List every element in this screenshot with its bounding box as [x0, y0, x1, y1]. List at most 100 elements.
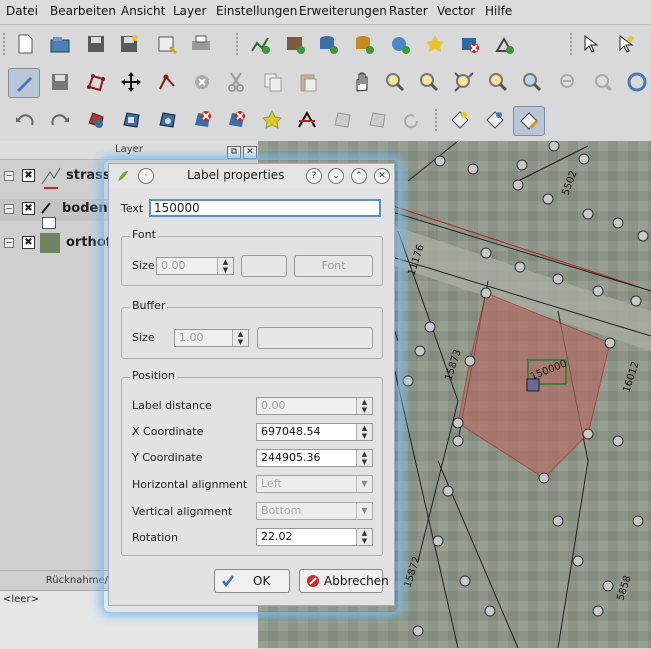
- zoom-in-icon[interactable]: [383, 70, 407, 94]
- zoom-full-icon[interactable]: [452, 70, 476, 94]
- menu-layer[interactable]: Layer: [173, 4, 206, 18]
- horizontal-alignment-select[interactable]: Left ▼: [256, 475, 373, 493]
- zoom-last-icon[interactable]: [556, 70, 580, 94]
- redo-icon[interactable]: [48, 108, 72, 132]
- font-color-button[interactable]: [241, 255, 287, 277]
- close-panel-icon[interactable]: ✕: [243, 146, 257, 159]
- maximize-icon[interactable]: ⌃: [351, 168, 367, 184]
- add-wfs-icon[interactable]: [423, 32, 447, 56]
- buffer-size-spinbox[interactable]: 1.00 ▲ ▼: [174, 329, 249, 347]
- move-feature-icon[interactable]: [119, 70, 143, 94]
- merge-icon[interactable]: [330, 108, 354, 132]
- menu-bearbeiten[interactable]: Bearbeiten: [50, 4, 116, 18]
- add-spatialite-icon[interactable]: [352, 32, 376, 56]
- spin-arrows-icon[interactable]: ▲ ▼: [356, 424, 372, 440]
- merge-attributes-icon[interactable]: [365, 108, 389, 132]
- menu-hilfe[interactable]: Hilfe: [485, 4, 512, 18]
- undo-icon[interactable]: [13, 108, 37, 132]
- add-wms-icon[interactable]: [388, 32, 412, 56]
- paste-icon[interactable]: [296, 70, 320, 94]
- new-project-icon[interactable]: [13, 32, 37, 56]
- horizontal-alignment-label: Horizontal alignment: [132, 478, 248, 491]
- expander-icon[interactable]: −: [4, 204, 14, 214]
- add-postgis-icon[interactable]: [316, 32, 340, 56]
- new-print-composer-icon[interactable]: [155, 32, 179, 56]
- remove-layer-icon[interactable]: [458, 32, 482, 56]
- font-size-spinbox[interactable]: 0.00 ▲ ▼: [156, 257, 234, 275]
- cut-icon[interactable]: [224, 70, 248, 94]
- label-distance-spinbox[interactable]: 0.00 ▲ ▼: [256, 397, 373, 415]
- chevron-down-icon[interactable]: ▼: [356, 503, 372, 519]
- pan-icon[interactable]: [350, 70, 374, 94]
- menu-raster[interactable]: Raster: [389, 4, 428, 18]
- layer-visibility-checkbox[interactable]: ✖: [22, 202, 35, 215]
- dialog-titlebar[interactable]: · Label properties ? ⌄ ⌃ ✕: [109, 164, 394, 188]
- save-as-icon[interactable]: [117, 32, 141, 56]
- spin-arrows-icon[interactable]: ▲ ▼: [217, 258, 233, 274]
- vertical-alignment-select[interactable]: Bottom ▼: [256, 502, 373, 520]
- close-icon[interactable]: ✕: [374, 168, 390, 184]
- spin-arrows-icon[interactable]: ▲ ▼: [356, 529, 372, 545]
- delete-part-icon[interactable]: [224, 108, 248, 132]
- menu-erweiterungen[interactable]: Erweiterungen: [299, 4, 387, 18]
- identify-icon[interactable]: [580, 32, 604, 56]
- line-layer-icon: [41, 167, 61, 185]
- menu-datei[interactable]: Datei: [6, 4, 38, 18]
- spin-arrows-icon[interactable]: ▲ ▼: [232, 330, 248, 346]
- new-layer-icon[interactable]: [492, 32, 516, 56]
- window-menu-icon[interactable]: ·: [138, 168, 154, 184]
- save-edits-icon[interactable]: [48, 70, 72, 94]
- expander-icon[interactable]: −: [4, 238, 14, 248]
- menu-einstellungen[interactable]: Einstellungen: [216, 4, 297, 18]
- delete-ring-icon[interactable]: [190, 108, 214, 132]
- edit-pencil-icon: [41, 202, 51, 214]
- add-ring-icon[interactable]: [119, 108, 143, 132]
- font-button[interactable]: Font: [294, 255, 373, 277]
- zoom-layer-icon[interactable]: [520, 70, 544, 94]
- split-icon[interactable]: [295, 108, 319, 132]
- add-raster-icon[interactable]: [283, 32, 307, 56]
- help-icon[interactable]: ?: [306, 168, 322, 184]
- minimize-icon[interactable]: ⌄: [328, 168, 344, 184]
- zoom-selection-icon[interactable]: [486, 70, 510, 94]
- add-vector-icon[interactable]: [248, 32, 272, 56]
- toggle-edit-icon[interactable]: [8, 68, 40, 98]
- save-icon[interactable]: [84, 32, 108, 56]
- menu-ansicht[interactable]: Ansicht: [121, 4, 165, 18]
- select-icon[interactable]: [615, 32, 639, 56]
- rotation-spinbox[interactable]: 22.02 ▲ ▼: [256, 528, 373, 546]
- node-tool-icon[interactable]: [155, 70, 179, 94]
- label-text-input[interactable]: 150000: [149, 199, 381, 217]
- rotate-point-icon[interactable]: [399, 108, 423, 132]
- menu-vector[interactable]: Vector: [437, 4, 475, 18]
- chevron-down-icon[interactable]: ▼: [356, 476, 372, 492]
- change-label-icon[interactable]: [513, 106, 545, 136]
- refresh-icon[interactable]: [625, 70, 649, 94]
- float-panel-icon[interactable]: ⧉: [227, 146, 241, 159]
- zoom-next-icon[interactable]: [591, 70, 615, 94]
- font-size-value: 0.00: [161, 259, 186, 272]
- x-coordinate-spinbox[interactable]: 697048.54 ▲ ▼: [256, 423, 373, 441]
- simplify-icon[interactable]: [84, 108, 108, 132]
- reshape-icon[interactable]: [260, 108, 284, 132]
- layer-visibility-checkbox[interactable]: ✖: [22, 236, 35, 249]
- add-feature-icon[interactable]: [84, 70, 108, 94]
- label-tool-icon[interactable]: [448, 108, 472, 132]
- cancel-button[interactable]: Abbrechen: [299, 569, 389, 593]
- zoom-out-icon[interactable]: [417, 70, 441, 94]
- position-group: Position Label distance 0.00 ▲ ▼ X Coordi…: [121, 369, 383, 556]
- layer-visibility-checkbox[interactable]: ✖: [22, 169, 35, 182]
- buffer-color-button[interactable]: [257, 327, 373, 349]
- spin-arrows-icon[interactable]: ▲ ▼: [356, 398, 372, 414]
- delete-selected-icon[interactable]: [190, 70, 214, 94]
- spin-arrows-icon[interactable]: ▲ ▼: [356, 450, 372, 466]
- move-label-icon[interactable]: [483, 108, 507, 132]
- add-part-icon[interactable]: [155, 108, 179, 132]
- copy-icon[interactable]: [261, 70, 285, 94]
- y-coordinate-spinbox[interactable]: 244905.36 ▲ ▼: [256, 449, 373, 467]
- expander-icon[interactable]: −: [4, 171, 14, 181]
- ok-button[interactable]: OK: [214, 569, 290, 593]
- print-icon[interactable]: [189, 32, 213, 56]
- menu-bar: Datei Bearbeiten Ansicht Layer Einstellu…: [0, 0, 651, 25]
- open-project-icon[interactable]: [48, 32, 72, 56]
